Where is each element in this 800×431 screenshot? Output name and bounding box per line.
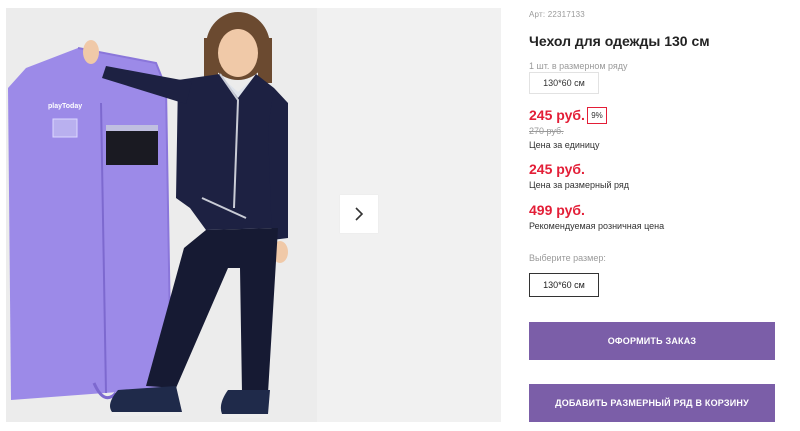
- pack-size-chip: 130*60 см: [529, 72, 599, 94]
- product-title: Чехол для одежды 130 см: [529, 33, 710, 49]
- add-to-cart-button[interactable]: ДОБАВИТЬ РАЗМЕРНЫЙ РЯД В КОРЗИНУ: [529, 384, 775, 422]
- size-option-button[interactable]: 130*60 см: [529, 273, 599, 297]
- bag-brand-logo: playToday: [48, 103, 82, 110]
- order-button[interactable]: ОФОРМИТЬ ЗАКАЗ: [529, 322, 775, 360]
- discount-badge: 9%: [587, 107, 607, 124]
- unit-price-label: Цена за единицу: [529, 140, 600, 150]
- old-price: 270 руб.: [529, 126, 564, 136]
- product-info-panel: Арт: 22317133 Чехол для одежды 130 см 1 …: [529, 0, 789, 431]
- product-gallery: playToday: [6, 8, 501, 422]
- article-number: Арт: 22317133: [529, 10, 585, 19]
- retail-price-label: Рекомендуемая розничная цена: [529, 221, 665, 231]
- pack-quantity-label: 1 шт. в размерном ряду: [529, 61, 628, 71]
- retail-price: 499 руб.: [529, 202, 585, 218]
- product-photo-illustration: playToday: [6, 8, 317, 422]
- choose-size-label: Выберите размер:: [529, 253, 606, 263]
- range-price: 245 руб.: [529, 161, 585, 177]
- range-price-label: Цена за размерный ряд: [529, 180, 630, 190]
- next-image-button[interactable]: [340, 195, 378, 233]
- chevron-right-icon: [355, 207, 364, 221]
- unit-price: 245 руб.: [529, 107, 585, 123]
- product-photo[interactable]: playToday: [6, 8, 317, 422]
